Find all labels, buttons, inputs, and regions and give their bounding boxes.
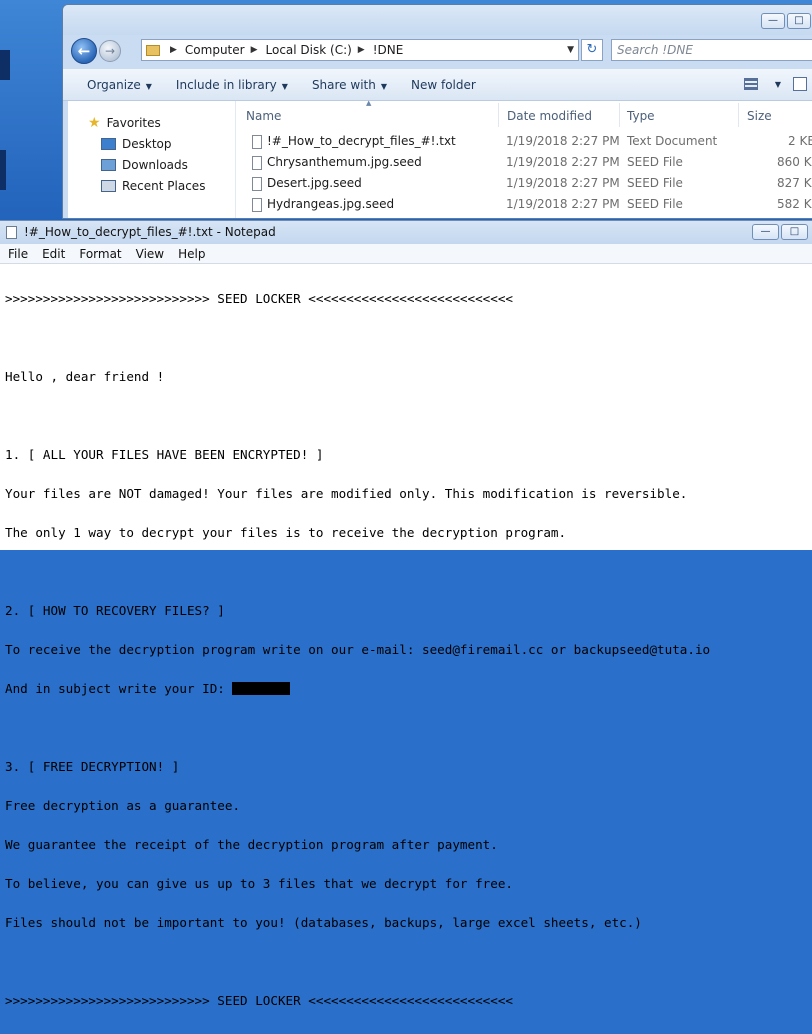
footer-line: >>>>>>>>>>>>>>>>>>>>>>>>>>> SEED LOCKER … (5, 993, 513, 1008)
section-1-line-1: Your files are NOT damaged! Your files a… (5, 486, 688, 501)
maximize-button[interactable]: □ (781, 224, 808, 240)
address-bar[interactable]: ▶ Computer ▶ Local Disk (C:) ▶ !DNE ▼ (141, 39, 579, 61)
desktop-icon (101, 138, 116, 150)
chevron-right-icon: ▶ (250, 45, 258, 55)
file-list: Name ▲ Date modified Type Size !#_How_to… (236, 99, 812, 218)
maximize-button[interactable]: □ (787, 13, 811, 29)
sidebar-item-desktop[interactable]: Desktop (101, 137, 172, 151)
sidebar-item-favorites[interactable]: ★ Favorites (88, 115, 161, 131)
column-header-date-modified[interactable]: Date modified (507, 101, 592, 127)
chevron-right-icon: ▶ (357, 45, 365, 55)
section-2-line-1: To receive the decryption program write … (5, 642, 711, 657)
preview-pane-icon[interactable] (793, 77, 807, 91)
notepad-titlebar[interactable]: !#_How_to_decrypt_files_#!.txt - Notepad… (0, 221, 812, 244)
text-editor[interactable]: >>>>>>>>>>>>>>>>>>>>>>>>>>> SEED LOCKER … (5, 266, 805, 1033)
sidebar-item-recent-places[interactable]: Recent Places (101, 179, 205, 193)
desktop-icon-fragment (0, 50, 10, 80)
section-2-line-2: And in subject write your ID: (5, 682, 805, 695)
minimize-button[interactable]: — (761, 13, 785, 29)
chevron-right-icon: ▶ (170, 45, 177, 55)
explorer-titlebar[interactable]: — □ (63, 5, 812, 35)
notepad-icon (6, 226, 17, 239)
section-3-line-3: To believe, you can give us up to 3 file… (5, 876, 513, 891)
chevron-down-icon: ▼ (145, 81, 152, 91)
chevron-down-icon: ▼ (380, 81, 387, 91)
section-2-title: 2. [ HOW TO RECOVERY FILES? ] (5, 603, 225, 618)
back-button[interactable]: ← (71, 38, 97, 64)
file-icon (252, 156, 262, 170)
search-input[interactable]: Search !DNE (611, 39, 812, 61)
sort-ascending-icon: ▲ (366, 99, 372, 107)
file-row[interactable]: Hydrangeas.jpg.seed 1/19/2018 2:27 PM SE… (236, 194, 812, 215)
redacted-id (232, 682, 291, 695)
menu-edit[interactable]: Edit (42, 244, 65, 263)
folder-icon (146, 44, 160, 56)
section-1-line-2: The only 1 way to decrypt your files is … (5, 525, 567, 540)
menu-file[interactable]: File (8, 244, 28, 263)
sidebar-item-downloads[interactable]: Downloads (101, 158, 188, 172)
file-row[interactable]: Desert.jpg.seed 1/19/2018 2:27 PM SEED F… (236, 173, 812, 194)
forward-button[interactable]: → (99, 40, 121, 62)
window-title: !#_How_to_decrypt_files_#!.txt - Notepad (24, 225, 276, 239)
menu-help[interactable]: Help (178, 244, 205, 263)
breadcrumb-folder[interactable]: !DNE (373, 40, 404, 60)
menu-view[interactable]: View (136, 244, 164, 263)
menu-format[interactable]: Format (79, 244, 121, 263)
file-row[interactable]: !#_How_to_decrypt_files_#!.txt 1/19/2018… (236, 131, 812, 152)
text-file-icon (252, 135, 262, 149)
header-line: >>>>>>>>>>>>>>>>>>>>>>>>>>> SEED LOCKER … (5, 291, 513, 306)
change-view-icon[interactable] (743, 78, 758, 90)
star-icon: ★ (88, 115, 101, 131)
section-3-line-4: Files should not be important to you! (d… (5, 915, 642, 930)
section-3-line-2: We guarantee the receipt of the decrypti… (5, 837, 498, 852)
chevron-down-icon: ▼ (281, 81, 288, 91)
greeting-line: Hello , dear friend ! (5, 369, 165, 384)
recent-places-icon (101, 180, 116, 192)
column-header-name[interactable]: Name (246, 101, 281, 127)
breadcrumb-computer[interactable]: Computer (185, 40, 245, 60)
section-3-title: 3. [ FREE DECRYPTION! ] (5, 759, 180, 774)
column-header-size[interactable]: Size (747, 101, 772, 127)
minimize-button[interactable]: — (752, 224, 779, 240)
navigation-bar: ← → ▶ Computer ▶ Local Disk (C:) ▶ !DNE … (63, 35, 812, 69)
file-icon (252, 198, 262, 212)
section-1-title: 1. [ ALL YOUR FILES HAVE BEEN ENCRYPTED!… (5, 447, 324, 462)
chevron-down-icon[interactable]: ▼ (567, 40, 574, 60)
file-icon (252, 177, 262, 191)
downloads-icon (101, 159, 116, 171)
new-folder-button[interactable]: New folder (411, 78, 476, 92)
include-in-library-button[interactable]: Include in library ▼ (176, 78, 288, 92)
section-3-line-1: Free decryption as a guarantee. (5, 798, 241, 813)
command-bar: Organize ▼ Include in library ▼ Share with… (63, 69, 812, 101)
explorer-window: — □ ← → ▶ Computer ▶ Local Disk (C:) ▶ !… (62, 4, 812, 219)
navigation-pane: ★ Favorites Desktop Downloads Recent Pla… (68, 101, 236, 218)
menu-bar: File Edit Format View Help (0, 244, 812, 264)
explorer-content: ★ Favorites Desktop Downloads Recent Pla… (68, 99, 812, 218)
file-row[interactable]: Chrysanthemum.jpg.seed 1/19/2018 2:27 PM… (236, 152, 812, 173)
chevron-down-icon[interactable]: ▼ (775, 80, 781, 89)
refresh-button[interactable]: ↻ (581, 39, 603, 61)
breadcrumb-local-disk[interactable]: Local Disk (C:) (266, 40, 352, 60)
organize-button[interactable]: Organize ▼ (87, 78, 152, 92)
notepad-window: !#_How_to_decrypt_files_#!.txt - Notepad… (0, 220, 812, 1007)
column-header-type[interactable]: Type (627, 101, 655, 127)
desktop-icon-fragment (0, 150, 6, 190)
share-with-button[interactable]: Share with ▼ (312, 78, 387, 92)
